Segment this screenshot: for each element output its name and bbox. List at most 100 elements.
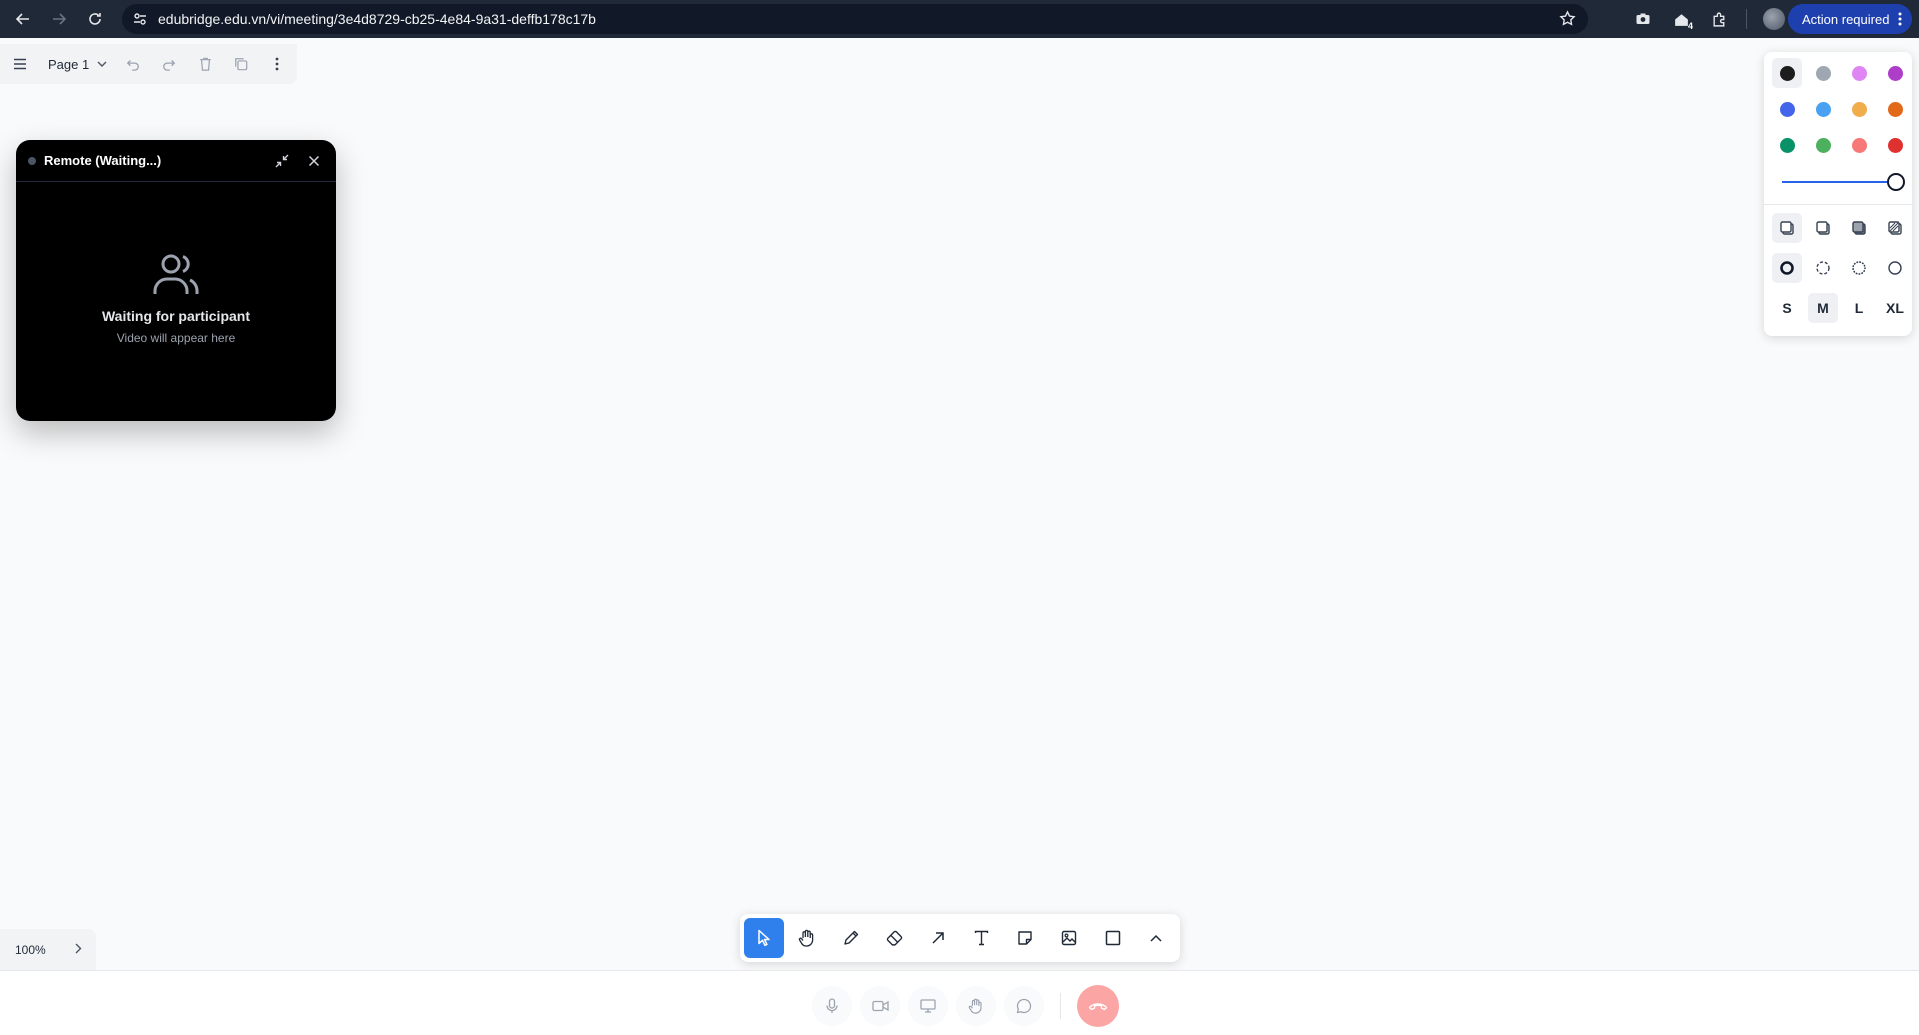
- size-button-l[interactable]: L: [1844, 293, 1874, 323]
- meeting-controls: [812, 985, 1119, 1027]
- image-tool[interactable]: [1049, 918, 1089, 958]
- size-button-xl[interactable]: XL: [1880, 293, 1910, 323]
- arrow-right-icon: [53, 13, 67, 25]
- arrow-up-right-icon: [932, 932, 944, 944]
- color-dot: [1851, 65, 1867, 81]
- dash-dotted-button[interactable]: [1844, 253, 1874, 283]
- opacity-slider-knob[interactable]: [1887, 173, 1905, 191]
- page-selector[interactable]: Page 1: [38, 48, 115, 80]
- microphone-button[interactable]: [812, 986, 852, 1026]
- chat-button[interactable]: [1004, 986, 1044, 1026]
- color-swatch-light-blue[interactable]: [1808, 94, 1838, 124]
- profile-avatar[interactable]: [1759, 4, 1789, 34]
- minimize-arrows-icon: [275, 154, 289, 167]
- fill-solid-button[interactable]: [1844, 213, 1874, 243]
- dash-solid-icon: [1888, 261, 1902, 275]
- undo-button[interactable]: [115, 48, 151, 80]
- text-icon: [975, 930, 989, 946]
- color-dot: [1851, 137, 1867, 153]
- sticky-note-icon: [1018, 931, 1033, 945]
- waiting-subtitle: Video will appear here: [116, 331, 236, 345]
- remote-panel-header[interactable]: Remote (Waiting...): [16, 140, 336, 182]
- address-bar[interactable]: edubridge.edu.vn/vi/meeting/3e4d8729-cb2…: [122, 4, 1588, 34]
- duplicate-button[interactable]: [223, 48, 259, 80]
- pencil-icon: [844, 930, 859, 945]
- text-tool[interactable]: [962, 918, 1002, 958]
- remote-panel-actions: [270, 149, 326, 173]
- eraser-icon: [886, 930, 903, 946]
- more-tools-button[interactable]: [1136, 918, 1176, 958]
- waiting-title: Waiting for participant: [101, 308, 251, 324]
- undo-icon: [127, 60, 140, 71]
- fill-pattern-icon: [1888, 221, 1902, 235]
- fill-semi-button[interactable]: [1808, 213, 1838, 243]
- color-swatch-red[interactable]: [1880, 130, 1910, 160]
- zoom-menu[interactable]: 100%: [0, 929, 96, 971]
- color-swatch-light-violet[interactable]: [1844, 58, 1874, 88]
- color-swatch-violet[interactable]: [1880, 58, 1910, 88]
- rectangle-tool[interactable]: [1093, 918, 1133, 958]
- remote-video-panel[interactable]: Remote (Waiting...) Waiting for particip…: [16, 140, 336, 421]
- hand-icon: [968, 998, 982, 1014]
- chevron-down-icon: [97, 61, 107, 67]
- note-tool[interactable]: [1006, 918, 1046, 958]
- more-options-button[interactable]: [259, 48, 295, 80]
- minimize-button[interactable]: [270, 149, 294, 173]
- back-button[interactable]: [6, 2, 40, 36]
- color-swatch-yellow[interactable]: [1844, 94, 1874, 124]
- size-button-s[interactable]: S: [1772, 293, 1802, 323]
- dash-solid-button[interactable]: [1880, 253, 1910, 283]
- color-swatch-grey[interactable]: [1808, 58, 1838, 88]
- raise-hand-button[interactable]: [956, 986, 996, 1026]
- redo-button[interactable]: [151, 48, 187, 80]
- extensions-area: 4: [1628, 4, 1789, 34]
- color-swatch-black[interactable]: [1772, 58, 1802, 88]
- bookmark-star-icon[interactable]: [1559, 10, 1576, 27]
- zoom-level: 100%: [15, 943, 46, 957]
- action-required-button[interactable]: Action required: [1788, 4, 1912, 34]
- dash-dotted-icon: [1852, 261, 1866, 275]
- color-swatch-light-green[interactable]: [1808, 130, 1838, 160]
- forward-button[interactable]: [42, 2, 76, 36]
- drawing-toolbar: [740, 914, 1180, 962]
- hand-tool[interactable]: [788, 918, 828, 958]
- controls-divider: [1060, 993, 1061, 1019]
- redo-icon: [163, 60, 176, 71]
- panel-divider: [1764, 204, 1912, 205]
- color-swatch-orange[interactable]: [1880, 94, 1910, 124]
- color-swatch-green[interactable]: [1772, 130, 1802, 160]
- delete-button[interactable]: [187, 48, 223, 80]
- site-info-icon[interactable]: [132, 11, 148, 27]
- home-extension-icon[interactable]: 4: [1666, 4, 1696, 34]
- color-swatch-blue[interactable]: [1772, 94, 1802, 124]
- chevron-right-icon[interactable]: [75, 943, 82, 954]
- close-button[interactable]: [302, 149, 326, 173]
- toolbar-divider: [1746, 9, 1747, 29]
- eraser-tool[interactable]: [875, 918, 915, 958]
- video-camera-icon: [871, 1000, 889, 1012]
- end-call-button[interactable]: [1077, 985, 1119, 1027]
- color-swatch-light-red[interactable]: [1844, 130, 1874, 160]
- draw-tool[interactable]: [831, 918, 871, 958]
- action-required-label: Action required: [1802, 11, 1890, 27]
- dash-dashed-button[interactable]: [1808, 253, 1838, 283]
- dash-draw-button[interactable]: [1772, 253, 1802, 283]
- arrow-tool[interactable]: [918, 918, 958, 958]
- camera-button[interactable]: [860, 986, 900, 1026]
- opacity-slider-track: [1782, 181, 1896, 183]
- users-icon: [152, 252, 200, 296]
- size-button-m[interactable]: M: [1808, 293, 1838, 323]
- opacity-slider[interactable]: [1770, 164, 1906, 198]
- menu-button[interactable]: [12, 48, 28, 80]
- url-text[interactable]: edubridge.edu.vn/vi/meeting/3e4d8729-cb2…: [158, 11, 596, 27]
- reload-button[interactable]: [78, 2, 112, 36]
- select-tool[interactable]: [744, 918, 784, 958]
- connection-status-dot: [28, 156, 36, 165]
- screen-share-button[interactable]: [908, 986, 948, 1026]
- puzzle-extensions-icon[interactable]: [1704, 4, 1734, 34]
- chevron-up-icon: [1150, 934, 1162, 942]
- extension-badge: 4: [1687, 21, 1693, 31]
- camera-extension-icon[interactable]: [1628, 4, 1658, 34]
- fill-pattern-button[interactable]: [1880, 213, 1910, 243]
- fill-none-button[interactable]: [1772, 213, 1802, 243]
